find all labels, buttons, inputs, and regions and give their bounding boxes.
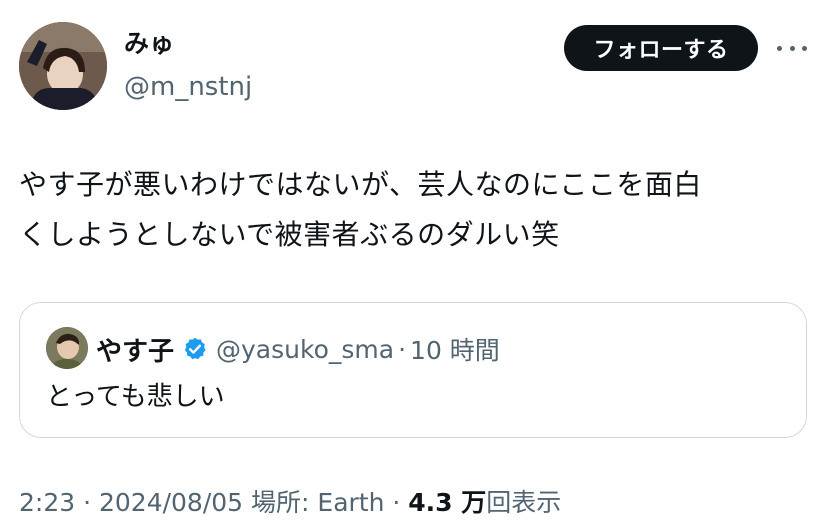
tweet-text-line: くしようとしないで被害者ぶるのダルい笑 <box>19 218 560 251</box>
quoted-header: やす子 @yasuko_sma · 10 時間 <box>96 328 500 370</box>
author-avatar[interactable] <box>19 22 107 110</box>
tweet-text-line: やす子が悪いわけではないが、芸人なのにここを面白 <box>19 168 702 201</box>
author-name[interactable]: みゅ <box>124 28 174 60</box>
more-dot <box>777 45 782 51</box>
author-handle[interactable]: @m_nstnj <box>124 70 252 104</box>
quoted-author-avatar[interactable] <box>46 327 88 369</box>
separator-dot: · <box>398 334 407 364</box>
quoted-text: とっても悲しい <box>46 382 225 412</box>
verified-badge-icon <box>184 337 206 360</box>
separator-dot: · <box>75 488 99 517</box>
follow-button[interactable]: フォローする <box>564 25 758 71</box>
quoted-tweet[interactable]: やす子 @yasuko_sma · 10 時間 とっても悲しい <box>19 302 807 438</box>
tweet-date[interactable]: 2024/08/05 <box>99 488 243 517</box>
more-horizontal-icon[interactable] <box>777 34 807 62</box>
more-dot <box>789 45 795 51</box>
quoted-timestamp[interactable]: 10 時間 <box>410 331 500 367</box>
views-count[interactable]: 4.3 万 <box>408 488 486 517</box>
tweet-location: 場所: Earth <box>243 488 385 517</box>
views-label: 回表示 <box>486 488 562 517</box>
more-dot <box>802 45 807 51</box>
tweet-text: やす子が悪いわけではないが、芸人なのにここを面白 くしようとしないで被害者ぶるの… <box>19 160 809 260</box>
separator-dot: · <box>384 488 409 517</box>
quoted-author-name[interactable]: やす子 <box>96 331 174 368</box>
tweet-meta: 2:23 · 2024/08/05 場所: Earth · 4.3 万回表示 <box>19 486 561 520</box>
tweet-time[interactable]: 2:23 <box>19 488 75 517</box>
quoted-author-handle[interactable]: @yasuko_sma <box>216 335 394 364</box>
